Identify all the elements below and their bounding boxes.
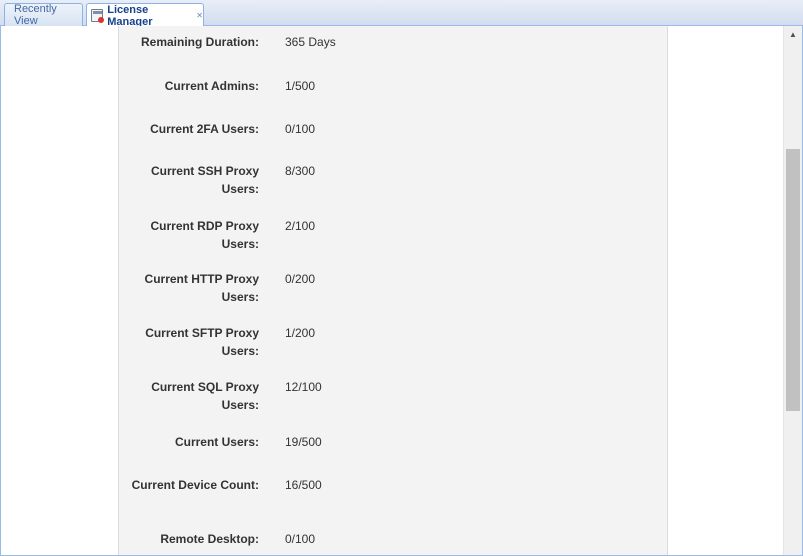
license-label: Current RDP Proxy Users: <box>150 219 259 251</box>
tab-label: Recently View <box>14 3 57 27</box>
license-label: Current Device Count: <box>131 478 259 492</box>
license-label: Current HTTP Proxy Users: <box>144 272 259 304</box>
arrow-up-icon[interactable]: ▲ <box>784 26 802 43</box>
license-value: 0/100 <box>285 122 316 136</box>
license-label: Current SFTP Proxy Users: <box>145 326 259 358</box>
license-value: 8/300 <box>285 164 316 178</box>
license-value: 1/200 <box>285 326 316 340</box>
license-label: Current 2FA Users: <box>150 122 259 136</box>
license-value: 365 Days <box>285 35 336 49</box>
license-label: Remaining Duration: <box>140 35 259 49</box>
license-value: 2/100 <box>285 219 316 233</box>
license-value: 16/500 <box>285 478 322 492</box>
license-label: Current SSH Proxy Users: <box>150 164 259 196</box>
close-icon[interactable]: ✕ <box>196 12 203 20</box>
license-content: Remaining Duration: 365 Days Current Adm… <box>0 26 803 556</box>
license-value: 19/500 <box>285 435 322 449</box>
license-label: Current SQL Proxy Users: <box>151 380 259 412</box>
license-value: 1/500 <box>285 79 316 93</box>
vertical-scrollbar[interactable]: ▲ <box>783 26 802 555</box>
tab-label: License Manager <box>107 3 153 28</box>
license-label: Remote Desktop: <box>160 532 259 546</box>
tab-bar: Recently View License Manager ✕ <box>0 0 803 28</box>
license-value: 0/100 <box>285 532 316 546</box>
license-manager-icon <box>91 9 105 23</box>
license-value: 12/100 <box>285 380 322 394</box>
license-value: 0/200 <box>285 272 316 286</box>
tab-license-manager[interactable]: License Manager ✕ <box>86 3 204 28</box>
tab-recently-view[interactable]: Recently View <box>4 3 83 27</box>
scrollbar-thumb[interactable] <box>786 149 800 411</box>
license-panel: Remaining Duration: 365 Days Current Adm… <box>118 26 668 555</box>
license-label: Current Admins: <box>164 79 259 93</box>
license-label: Current Users: <box>174 435 259 449</box>
